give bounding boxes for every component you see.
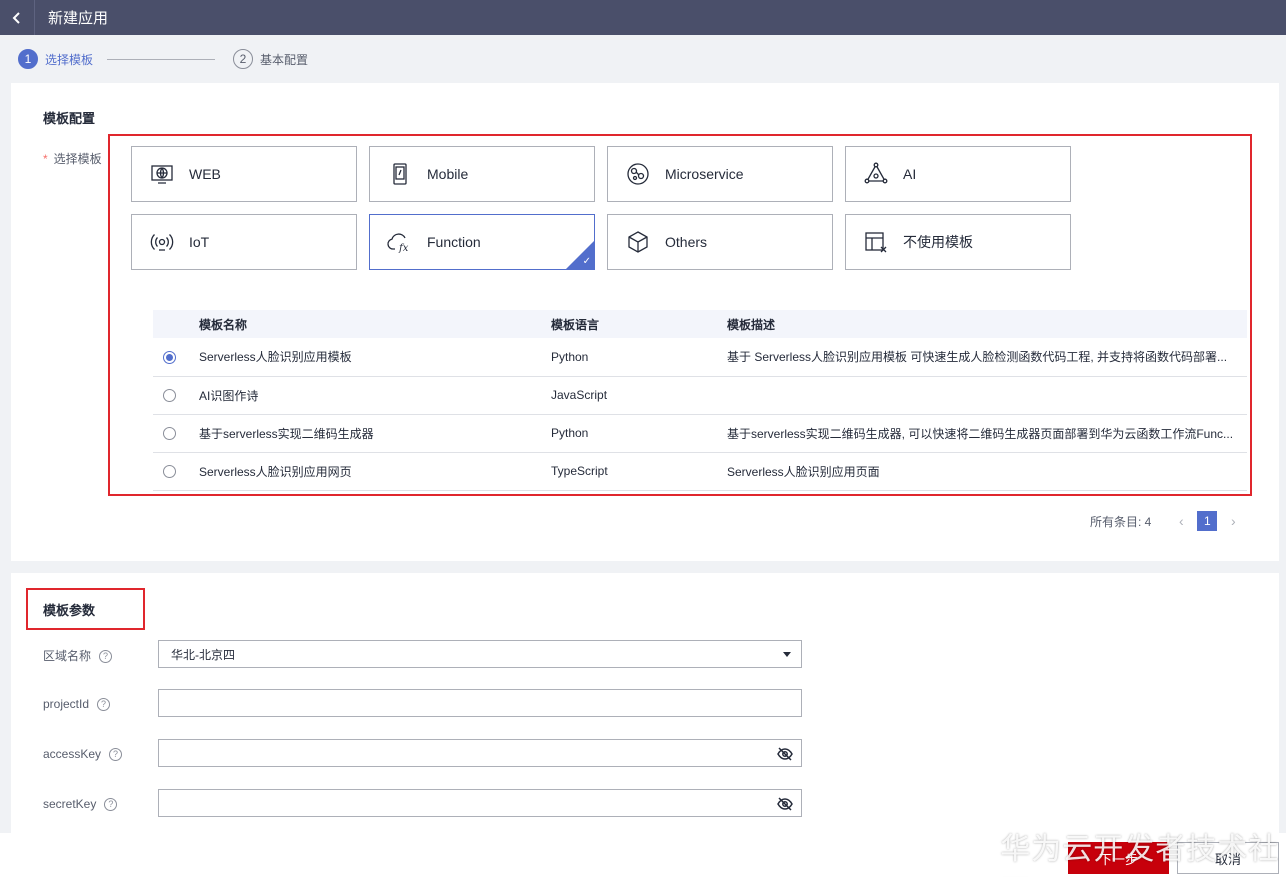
template-option-mobile[interactable]: Mobile	[369, 146, 595, 202]
step-select-template[interactable]: 1 选择模板	[18, 49, 93, 69]
access-key-label: accessKey?	[43, 747, 123, 762]
project-id-label: projectId?	[43, 697, 111, 712]
header-template-language: 模板语言	[551, 310, 727, 338]
access-key-input[interactable]	[158, 739, 802, 767]
header-template-name: 模板名称	[199, 310, 551, 338]
back-button[interactable]	[0, 0, 35, 35]
next-page-icon[interactable]: ›	[1225, 513, 1241, 529]
pagination: 所有条目: 4 ‹ 1 ›	[1090, 511, 1241, 531]
table-row[interactable]: AI识图作诗 JavaScript	[153, 376, 1247, 415]
project-id-label-text: projectId	[43, 697, 90, 711]
help-icon[interactable]: ?	[99, 650, 113, 664]
table-row[interactable]: Serverless人脸识别应用网页 TypeScript Serverless…	[153, 452, 1247, 491]
template-option-no-template[interactable]: 不使用模板	[845, 214, 1071, 270]
cell-language: Python	[551, 338, 727, 377]
function-icon: fx	[387, 229, 413, 255]
step-basic-config[interactable]: 2 基本配置	[233, 49, 308, 69]
page-title: 新建应用	[48, 10, 109, 27]
help-icon[interactable]: ?	[104, 798, 118, 812]
help-icon[interactable]: ?	[97, 698, 111, 712]
cube-icon	[625, 229, 651, 255]
row-radio[interactable]	[163, 427, 176, 441]
template-option-label: WEB	[189, 166, 221, 182]
secret-key-input[interactable]	[158, 789, 802, 817]
cell-description	[727, 376, 1247, 415]
mobile-icon	[387, 161, 413, 187]
iot-icon	[149, 229, 175, 255]
no-template-icon	[863, 229, 889, 255]
region-label: 区域名称?	[43, 647, 113, 664]
weibo-logo-icon	[954, 851, 997, 877]
template-option-iot[interactable]: IoT	[131, 214, 357, 270]
page-button-current[interactable]: 1	[1197, 511, 1218, 531]
row-radio[interactable]	[163, 350, 176, 364]
step-connector	[107, 58, 216, 60]
web-icon	[149, 161, 175, 187]
template-option-web[interactable]: WEB	[131, 146, 357, 202]
cell-name: Serverless人脸识别应用网页	[199, 452, 551, 491]
svg-text:fx: fx	[398, 243, 409, 254]
select-template-label: * 选择模板	[43, 150, 102, 167]
step-label: 基本配置	[260, 52, 309, 67]
row-radio[interactable]	[163, 389, 176, 403]
step-label: 选择模板	[45, 52, 94, 67]
template-option-microservice[interactable]: Microservice	[607, 146, 833, 202]
template-option-label: Mobile	[427, 166, 469, 182]
template-option-others[interactable]: Others	[607, 214, 833, 270]
template-config-title: 模板配置	[43, 111, 96, 126]
help-icon[interactable]: ?	[109, 748, 123, 762]
cell-name: 基于serverless实现二维码生成器	[199, 414, 551, 453]
chevron-left-icon	[12, 11, 20, 24]
eye-off-icon[interactable]	[777, 796, 793, 812]
eye-off-icon[interactable]	[777, 746, 793, 762]
template-option-label: Function	[427, 234, 481, 250]
cell-name: Serverless人脸识别应用模板	[199, 338, 551, 377]
cell-language: TypeScript	[551, 452, 727, 491]
cell-description: 基于 Serverless人脸识别应用模板 可快速生成人脸检测函数代码工程, 并…	[727, 338, 1247, 377]
total-count: 所有条目: 4	[1090, 514, 1152, 529]
secret-key-label: secretKey?	[43, 797, 118, 812]
step-number: 1	[18, 49, 38, 69]
template-option-label: Others	[665, 234, 708, 250]
watermark: 华为云开发者技术社区	[952, 824, 1286, 877]
table-header-row: 模板名称 模板语言 模板描述	[153, 310, 1247, 338]
cell-language: Python	[551, 414, 727, 453]
cell-language: JavaScript	[551, 376, 727, 415]
select-template-label-text: 选择模板	[53, 152, 102, 166]
watermark-text: 华为云开发者技术社区	[1000, 832, 1280, 877]
template-table: 模板名称 模板语言 模板描述 Serverless人脸识别应用模板 Python…	[153, 310, 1247, 491]
microservice-icon	[625, 161, 651, 187]
template-option-label: Microservice	[665, 166, 744, 182]
caret-down-icon	[783, 652, 791, 657]
top-bar: 新建应用	[0, 0, 1286, 35]
template-option-label: AI	[903, 166, 917, 182]
cell-description: 基于serverless实现二维码生成器, 可以快速将二维码生成器页面部署到华为…	[727, 414, 1247, 453]
template-params-title: 模板参数	[43, 603, 96, 618]
table-row[interactable]: 基于serverless实现二维码生成器 Python 基于serverless…	[153, 414, 1247, 453]
region-label-text: 区域名称	[43, 649, 92, 663]
cell-description: Serverless人脸识别应用页面	[727, 452, 1247, 491]
template-option-label: IoT	[189, 234, 210, 250]
template-option-label: 不使用模板	[903, 234, 973, 250]
table-row[interactable]: Serverless人脸识别应用模板 Python 基于 Serverless人…	[153, 338, 1247, 377]
region-select[interactable]: 华北-北京四	[158, 640, 802, 668]
secret-key-label-text: secretKey	[43, 797, 97, 811]
prev-page-icon[interactable]: ‹	[1173, 513, 1189, 529]
ai-icon	[863, 161, 889, 187]
step-number: 2	[233, 49, 254, 69]
step-indicator: 1 选择模板 2 基本配置	[0, 35, 1286, 83]
check-icon: ✓	[582, 256, 591, 267]
header-template-description: 模板描述	[727, 310, 1247, 338]
header-select	[153, 310, 199, 338]
template-option-function[interactable]: fx Function ✓	[369, 214, 595, 270]
access-key-label-text: accessKey	[43, 747, 102, 761]
project-id-input[interactable]	[158, 689, 802, 717]
required-mark: *	[43, 152, 48, 166]
region-value: 华北-北京四	[171, 647, 235, 662]
template-option-ai[interactable]: AI	[845, 146, 1071, 202]
cell-name: AI识图作诗	[199, 376, 551, 415]
row-radio[interactable]	[163, 465, 176, 479]
